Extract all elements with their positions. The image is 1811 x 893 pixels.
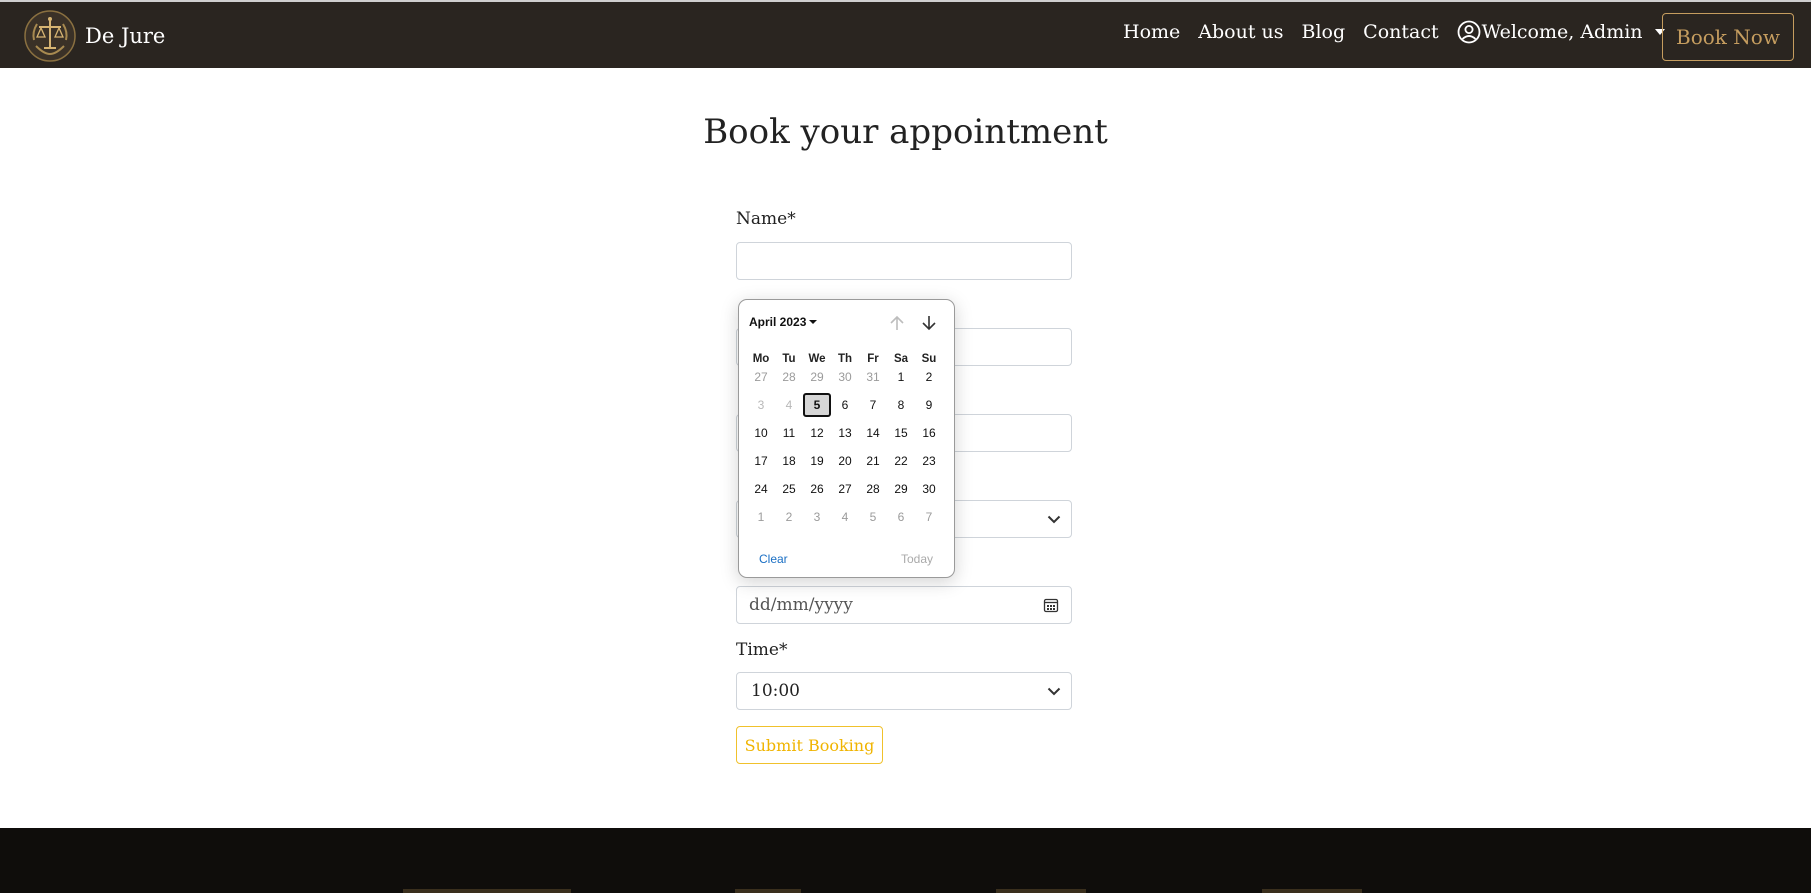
user-menu-label: Welcome, Admin xyxy=(1481,21,1643,43)
calendar-day: 4 xyxy=(785,398,793,412)
calendar-day[interactable]: 29 xyxy=(887,477,915,501)
calendar-day[interactable]: 2 xyxy=(915,365,943,389)
calendar-day[interactable]: 1 xyxy=(887,365,915,389)
footer-heading xyxy=(1262,889,1362,893)
calendar-day[interactable]: 9 xyxy=(915,393,943,417)
calendar-day[interactable]: 22 xyxy=(887,449,915,473)
calendar-day: 31 xyxy=(866,370,880,384)
user-circle-icon xyxy=(1457,20,1481,44)
nav-links: Home About us Blog Contact Welcome, Admi… xyxy=(1123,20,1665,44)
calendar-day: 3 xyxy=(813,510,821,524)
calendar-day[interactable]: 5 xyxy=(803,393,831,417)
calendar-day: 7 xyxy=(925,510,933,524)
weekday-label: Sa xyxy=(893,353,909,365)
weekday-label: Th xyxy=(837,353,853,365)
chevron-down-icon xyxy=(1047,515,1061,523)
clear-button[interactable]: Clear xyxy=(759,552,788,566)
calendar-day[interactable]: 19 xyxy=(803,449,831,473)
calendar-day[interactable]: 24 xyxy=(747,477,775,501)
date-input[interactable]: dd/mm/yyyy xyxy=(736,586,1072,624)
calendar-day: 2 xyxy=(785,510,793,524)
calendar-day[interactable]: 16 xyxy=(915,421,943,445)
calendar-day[interactable]: 26 xyxy=(803,477,831,501)
calendar-day: 6 xyxy=(897,510,905,524)
calendar-day[interactable]: 20 xyxy=(831,449,859,473)
calendar-day: 4 xyxy=(841,510,849,524)
name-input[interactable] xyxy=(736,242,1072,280)
time-select[interactable]: 10:00 xyxy=(736,672,1072,710)
time-label: Time* xyxy=(736,640,788,660)
brand[interactable]: De Jure xyxy=(24,10,165,62)
calendar-day[interactable]: 27 xyxy=(831,477,859,501)
calendar-day[interactable]: 8 xyxy=(887,393,915,417)
book-now-button[interactable]: Book Now xyxy=(1662,13,1794,61)
name-label: Name* xyxy=(736,209,796,229)
arrow-up-icon[interactable] xyxy=(887,313,907,333)
calendar-day[interactable]: 18 xyxy=(775,449,803,473)
footer-heading xyxy=(735,889,801,893)
chevron-down-icon xyxy=(1047,687,1061,695)
month-year-label: April 2023 xyxy=(749,315,807,329)
user-menu[interactable]: Welcome, Admin xyxy=(1457,20,1665,44)
arrow-down-icon[interactable] xyxy=(919,313,939,333)
calendar-day[interactable]: 21 xyxy=(859,449,887,473)
calendar-day[interactable]: 6 xyxy=(831,393,859,417)
calendar-day[interactable]: 30 xyxy=(915,477,943,501)
brand-name: De Jure xyxy=(85,24,166,48)
weekday-label: Su xyxy=(921,353,937,365)
weekday-label: Tu xyxy=(782,353,796,365)
calendar-day[interactable]: 10 xyxy=(747,421,775,445)
calendar-day: 30 xyxy=(838,370,852,384)
page-title: Book your appointment xyxy=(703,112,1108,152)
calendar-day: 28 xyxy=(782,370,796,384)
date-picker: April 2023 Mo Tu We Th Fr Sa Su 27 28 29 30 31 1 2 3 4… xyxy=(738,299,955,578)
time-value: 10:00 xyxy=(751,681,800,701)
calendar-day: 1 xyxy=(757,510,765,524)
calendar-day[interactable]: 25 xyxy=(775,477,803,501)
today-button: Today xyxy=(901,552,934,566)
calendar-day[interactable]: 14 xyxy=(859,421,887,445)
calendar-day[interactable]: 13 xyxy=(831,421,859,445)
calendar-day: 29 xyxy=(810,370,824,384)
nav-contact[interactable]: Contact xyxy=(1363,21,1438,43)
month-year-selector[interactable]: April 2023 xyxy=(749,315,818,329)
date-placeholder: dd/mm/yyyy xyxy=(749,595,853,615)
calendar-icon[interactable] xyxy=(1043,597,1059,613)
calendar-day[interactable]: 15 xyxy=(887,421,915,445)
nav-about[interactable]: About us xyxy=(1198,21,1283,43)
calendar-day[interactable]: 7 xyxy=(859,393,887,417)
calendar-day[interactable]: 11 xyxy=(775,421,803,445)
footer-heading xyxy=(996,889,1086,893)
navbar: De Jure Home About us Blog Contact Welco… xyxy=(0,2,1811,68)
calendar-day: 27 xyxy=(754,370,768,384)
calendar-day[interactable]: 23 xyxy=(915,449,943,473)
nav-home[interactable]: Home xyxy=(1123,21,1180,43)
submit-booking-button[interactable]: Submit Booking xyxy=(736,726,883,764)
nav-blog[interactable]: Blog xyxy=(1302,21,1346,43)
calendar-day: 5 xyxy=(869,510,877,524)
footer-heading xyxy=(403,889,571,893)
scales-of-justice-logo xyxy=(24,10,76,62)
calendar-day[interactable]: 12 xyxy=(803,421,831,445)
calendar-day[interactable]: 17 xyxy=(747,449,775,473)
calendar-day[interactable]: 28 xyxy=(859,477,887,501)
weekday-label: We xyxy=(808,353,826,365)
footer xyxy=(0,828,1811,893)
month-caret-icon xyxy=(809,320,818,324)
weekday-label: Fr xyxy=(867,353,879,365)
weekday-label: Mo xyxy=(752,353,770,365)
calendar-day: 3 xyxy=(757,398,765,412)
